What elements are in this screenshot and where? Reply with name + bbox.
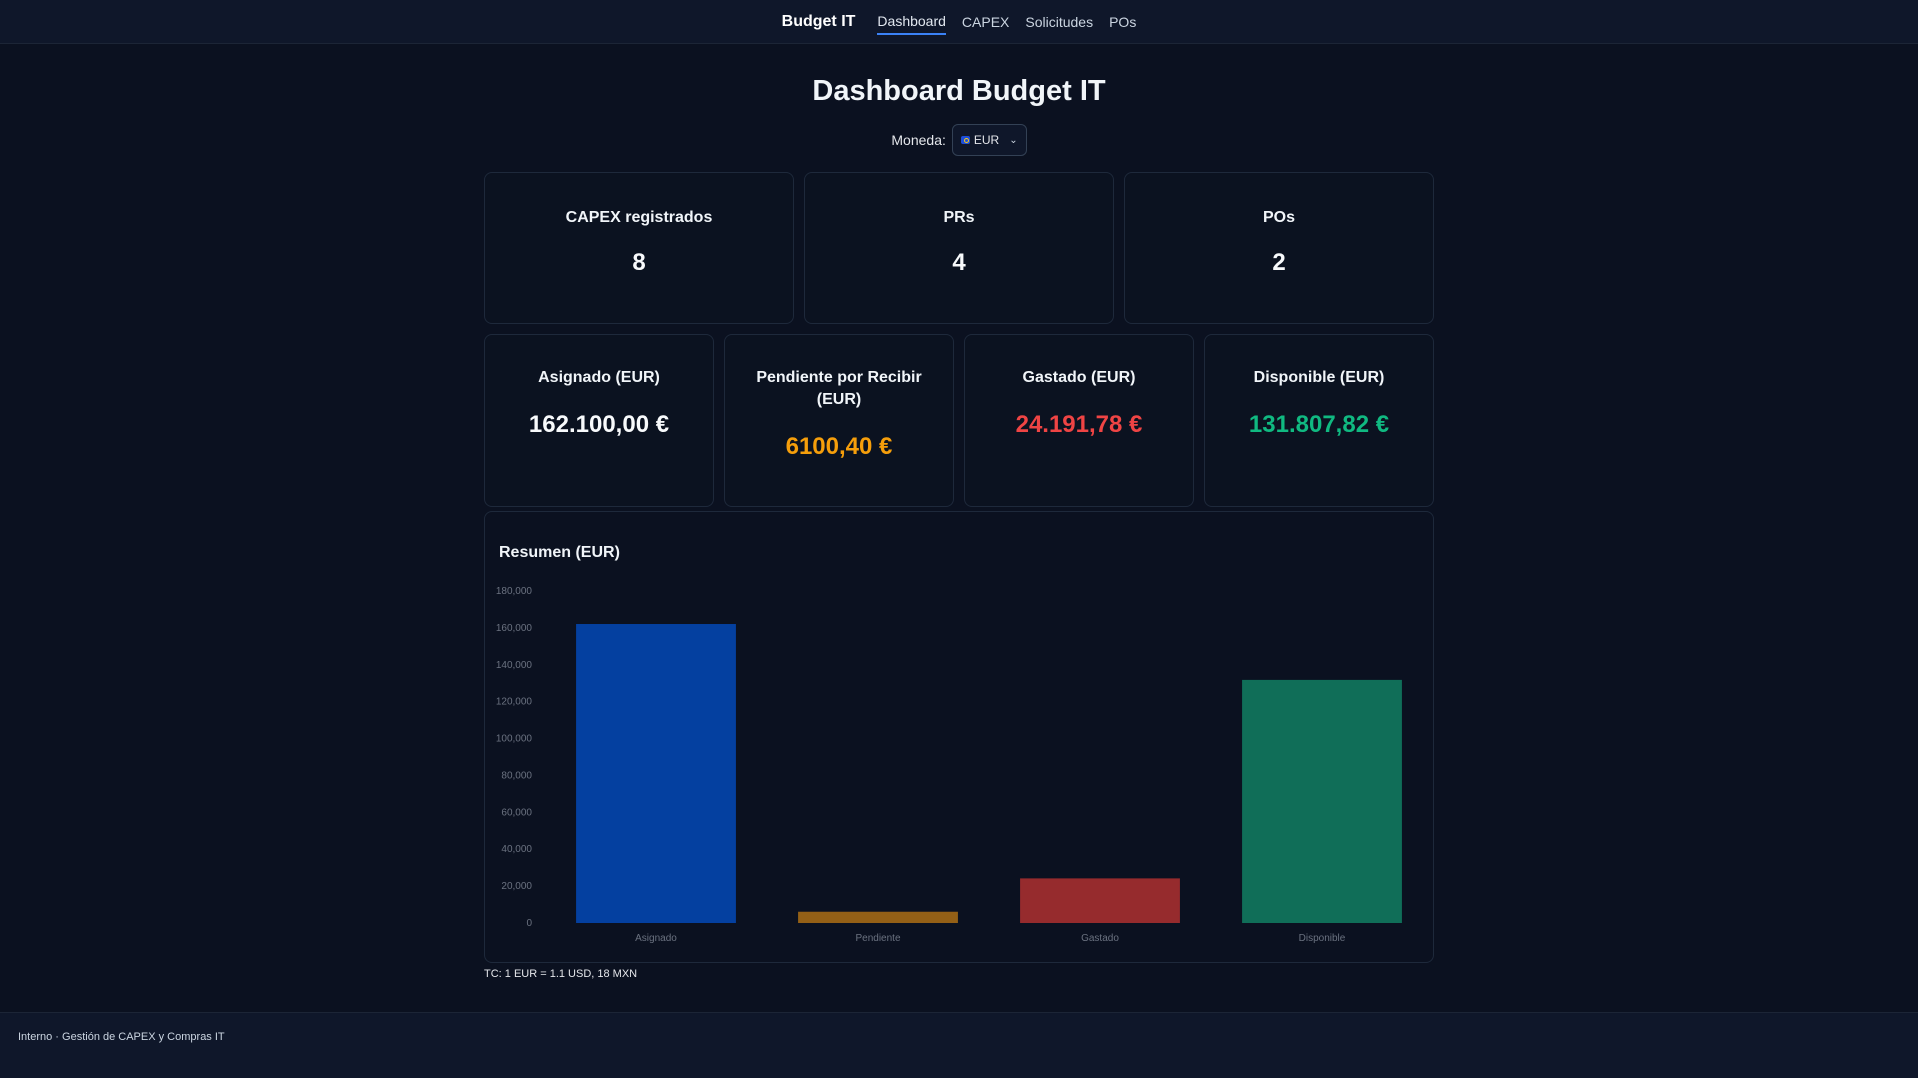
asignado-card: Asignado (EUR) 162.100,00 € (484, 334, 714, 507)
card-title: CAPEX registrados (565, 209, 713, 226)
bar-pendiente[interactable] (798, 911, 958, 923)
bar-chart: 0 20,000 40,000 60,000 80,000 100,000 120,000 1… (496, 586, 1402, 944)
card-title: Gastado (EUR) (1022, 369, 1136, 386)
currency-select[interactable]: EUR ⌄ (951, 124, 1027, 156)
x-tick-label: Pendiente (855, 933, 900, 944)
y-tick-label: 140,000 (496, 660, 533, 671)
y-tick-label: 120,000 (496, 697, 533, 708)
page-title: Dashboard Budget IT (812, 75, 1106, 107)
x-tick-label: Gastado (1081, 933, 1119, 944)
card-title: Asignado (EUR) (538, 369, 660, 386)
y-tick-label: 80,000 (501, 770, 532, 781)
bar-gastado[interactable] (1020, 878, 1180, 923)
bar-disponible[interactable] (1242, 679, 1402, 923)
nav-capex[interactable]: CAPEX (962, 10, 1009, 34)
y-tick-label: 100,000 (496, 734, 533, 745)
pos-count-card: POs 2 (1124, 172, 1434, 324)
card-title: Disponible (EUR) (1253, 369, 1385, 386)
card-title: POs (1262, 209, 1295, 226)
main-content: Dashboard Budget IT Moneda: EUR ⌄ CAPEX … (484, 74, 1434, 980)
card-value: 6100,40 € (785, 433, 893, 460)
chevron-down-icon: ⌄ (1009, 134, 1018, 146)
amount-cards: Asignado (EUR) 162.100,00 € Pendiente po… (484, 334, 1434, 507)
capex-count-card: CAPEX registrados 8 (484, 172, 794, 324)
bar-asignado[interactable] (576, 624, 736, 923)
count-cards: CAPEX registrados 8 PRs 4 POs 2 (484, 172, 1434, 324)
footer-text: Interno · Gestión de CAPEX y Compras IT (18, 1031, 225, 1043)
card-title: Pendiente por Recibir (EUR) (756, 369, 922, 408)
nav-pos[interactable]: POs (1109, 10, 1136, 34)
disponible-card: Disponible (EUR) 131.807,82 € (1204, 334, 1434, 507)
eu-flag-icon (960, 136, 970, 144)
currency-label: Moneda: (891, 132, 946, 148)
nav-solicitudes[interactable]: Solicitudes (1025, 10, 1093, 34)
brand-logo[interactable]: Budget IT (782, 13, 856, 31)
card-value: 4 (952, 249, 966, 276)
pendiente-card: Pendiente por Recibir (EUR) 6100,40 € (724, 334, 954, 507)
currency-selector-row: Moneda: EUR ⌄ (484, 124, 1434, 156)
exchange-rate-note: TC: 1 EUR = 1.1 USD, 18 MXN (484, 968, 638, 980)
summary-chart-card: Resumen (EUR) 0 20,000 40,000 60,000 80,000 1… (484, 511, 1434, 963)
y-tick-label: 160,000 (496, 623, 533, 634)
x-tick-label: Disponible (1299, 933, 1346, 944)
gastado-card: Gastado (EUR) 24.191,78 € (964, 334, 1194, 507)
card-title: PRs (943, 209, 975, 226)
y-tick-label: 60,000 (501, 807, 532, 818)
card-value: 8 (632, 249, 646, 276)
footer: Interno · Gestión de CAPEX y Compras IT (0, 1012, 1918, 1078)
card-value: 24.191,78 € (1015, 411, 1143, 438)
currency-value: EUR (973, 133, 1000, 147)
nav-dashboard[interactable]: Dashboard (877, 9, 946, 35)
y-tick-label: 0 (526, 918, 532, 929)
x-tick-label: Asignado (635, 933, 677, 944)
y-tick-label: 20,000 (501, 881, 532, 892)
prs-count-card: PRs 4 (804, 172, 1114, 324)
card-value: 2 (1272, 249, 1286, 276)
top-navigation: Budget IT Dashboard CAPEX Solicitudes PO… (0, 0, 1918, 44)
card-value: 131.807,82 € (1248, 411, 1390, 438)
y-tick-label: 180,000 (496, 586, 533, 597)
y-tick-label: 40,000 (501, 844, 532, 855)
card-value: 162.100,00 € (528, 411, 670, 438)
